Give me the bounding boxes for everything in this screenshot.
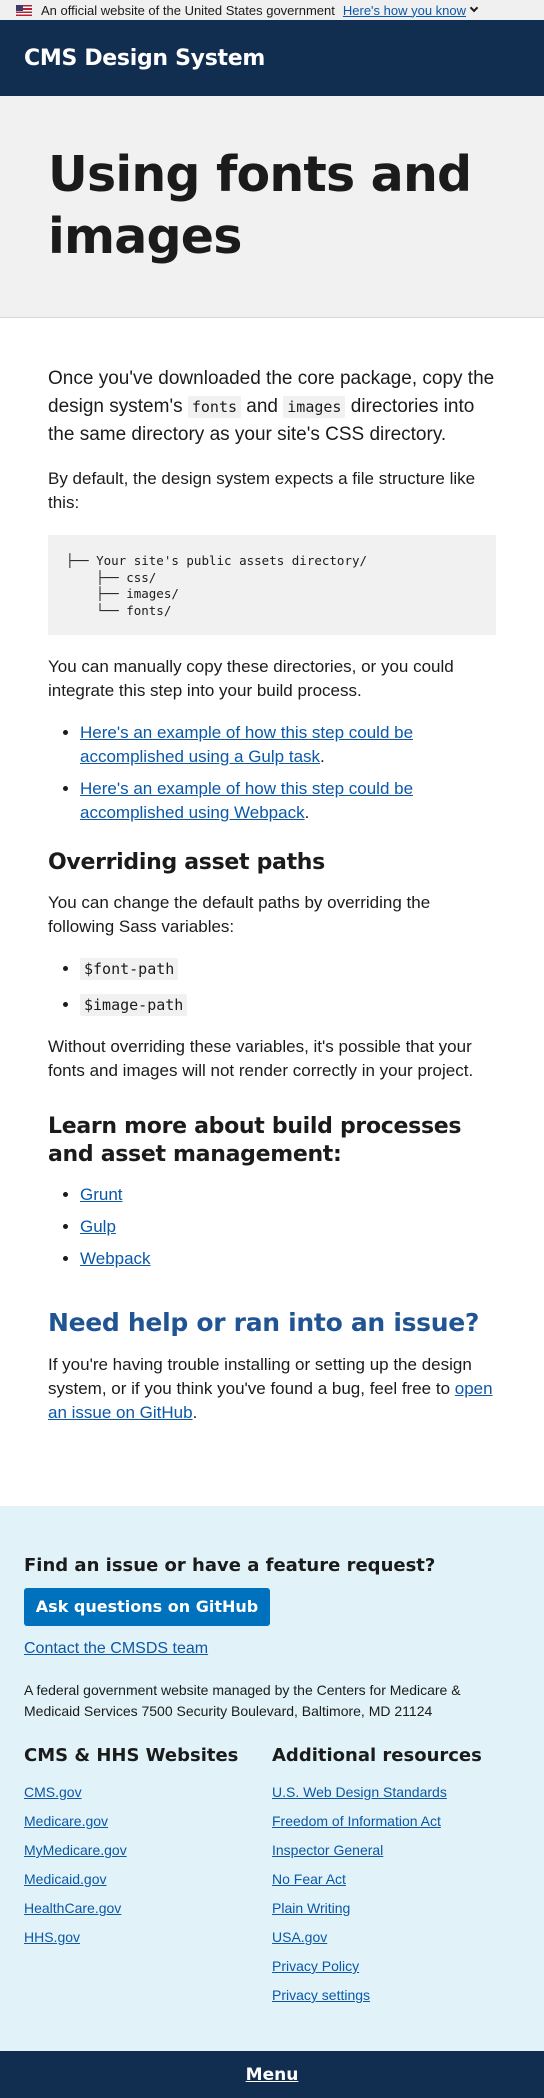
grunt-link[interactable]: Grunt <box>80 1185 123 1204</box>
privacy-policy-link[interactable]: Privacy Policy <box>272 1952 520 1981</box>
help-paragraph: If you're having trouble installing or s… <box>48 1353 496 1425</box>
main-content: Once you've downloaded the core package,… <box>0 318 544 1425</box>
usa-gov-link[interactable]: USA.gov <box>272 1923 520 1952</box>
file-structure-code-block: ├── Your site's public assets directory/… <box>48 535 496 635</box>
ask-questions-github-button[interactable]: Ask questions on GitHub <box>24 1588 270 1626</box>
example-links-list: Here's an example of how this step could… <box>48 721 496 825</box>
intro-paragraph: Once you've downloaded the core package,… <box>48 365 496 449</box>
cms-hhs-websites-column: CMS & HHS Websites CMS.gov Medicare.gov … <box>24 1744 272 2010</box>
webpack-link[interactable]: Webpack <box>80 1249 151 1268</box>
list-item: Grunt <box>80 1183 496 1207</box>
sass-variables-list: $font-path $image-path <box>48 957 496 1017</box>
fonts-code: fonts <box>187 396 242 418</box>
overriding-asset-paths-heading: Overriding asset paths <box>48 850 325 875</box>
healthcare-gov-link[interactable]: HealthCare.gov <box>24 1894 272 1923</box>
font-path-code: $font-path <box>80 958 179 980</box>
foia-link[interactable]: Freedom of Information Act <box>272 1807 520 1836</box>
gov-banner: An official website of the United States… <box>0 0 544 20</box>
heres-how-you-know-label: Here's how you know <box>342 2 467 18</box>
medicare-gov-link[interactable]: Medicare.gov <box>24 1807 272 1836</box>
help-text-end: . <box>192 1403 198 1422</box>
need-help-heading: Need help or ran into an issue? <box>48 1308 480 1337</box>
site-footer: Find an issue or have a feature request?… <box>0 1506 544 2051</box>
webpack-example-link[interactable]: Here's an example of how this step could… <box>80 779 413 822</box>
list-item: Here's an example of how this step could… <box>80 777 496 825</box>
heres-how-you-know-link[interactable]: Here's how you know <box>342 2 479 18</box>
without-overriding-paragraph: Without overriding these variables, it's… <box>48 1037 474 1080</box>
list-item: Gulp <box>80 1215 496 1239</box>
mobile-menu-bar: Menu <box>0 2051 544 2098</box>
privacy-settings-link[interactable]: Privacy settings <box>272 1981 520 2010</box>
gov-banner-text: An official website of the United States… <box>41 2 335 18</box>
chevron-down-icon <box>469 3 479 13</box>
images-code: images <box>283 396 346 418</box>
inspector-general-link[interactable]: Inspector General <box>272 1836 520 1865</box>
web-design-standards-link[interactable]: U.S. Web Design Standards <box>272 1778 520 1807</box>
list-item: $font-path <box>80 957 496 981</box>
override-paragraph: You can change the default paths by over… <box>48 893 431 936</box>
additional-resources-heading: Additional resources <box>272 1745 482 1766</box>
site-title-link[interactable]: CMS Design System <box>24 46 265 71</box>
copy-paragraph: You can manually copy these directories,… <box>48 657 454 700</box>
contact-cmsds-team-link[interactable]: Contact the CMSDS team <box>24 1640 520 1658</box>
gulp-task-example-link[interactable]: Here's an example of how this step could… <box>80 723 413 766</box>
intro-text-and: and <box>241 396 284 417</box>
cms-gov-link[interactable]: CMS.gov <box>24 1778 272 1807</box>
learn-more-heading: Learn more about build processes and ass… <box>48 1114 462 1167</box>
mymedicare-gov-link[interactable]: MyMedicare.gov <box>24 1836 272 1865</box>
hero: Using fonts and images <box>0 96 544 318</box>
menu-button[interactable]: Menu <box>246 2065 299 2085</box>
default-structure-paragraph: By default, the design system expects a … <box>48 469 476 512</box>
gulp-link[interactable]: Gulp <box>80 1217 116 1236</box>
feature-request-heading: Find an issue or have a feature request? <box>24 1555 436 1576</box>
list-item: $image-path <box>80 993 496 1017</box>
hhs-gov-link[interactable]: HHS.gov <box>24 1923 272 1952</box>
no-fear-act-link[interactable]: No Fear Act <box>272 1865 520 1894</box>
footer-columns: CMS & HHS Websites CMS.gov Medicare.gov … <box>24 1744 520 2010</box>
learn-more-list: Grunt Gulp Webpack <box>48 1183 496 1271</box>
site-header: CMS Design System <box>0 20 544 96</box>
image-path-code: $image-path <box>80 994 188 1016</box>
federal-notice: A federal government website managed by … <box>24 1682 461 1719</box>
list-item: Webpack <box>80 1247 496 1271</box>
medicaid-gov-link[interactable]: Medicaid.gov <box>24 1865 272 1894</box>
help-text: If you're having trouble installing or s… <box>48 1355 472 1398</box>
page-title: Using fonts and images <box>48 146 472 265</box>
us-flag-icon <box>16 4 32 16</box>
additional-resources-column: Additional resources U.S. Web Design Sta… <box>272 1744 520 2010</box>
plain-writing-link[interactable]: Plain Writing <box>272 1894 520 1923</box>
cms-hhs-websites-heading: CMS & HHS Websites <box>24 1745 239 1766</box>
list-item: Here's an example of how this step could… <box>80 721 496 769</box>
